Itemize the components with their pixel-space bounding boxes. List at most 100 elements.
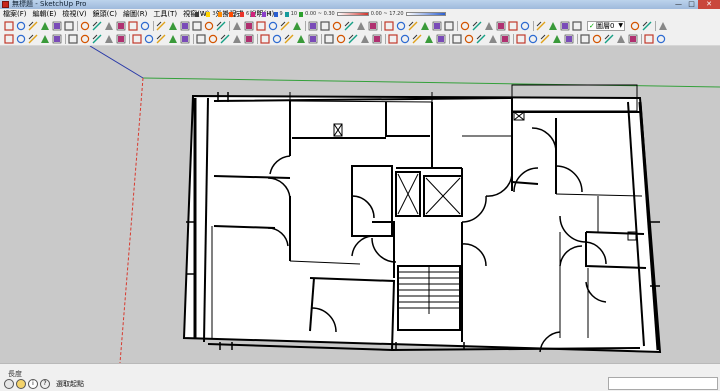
close-button[interactable]: ✕: [698, 0, 720, 9]
monochrome-icon[interactable]: [572, 21, 582, 31]
line-icon[interactable]: [52, 34, 62, 44]
minimize-button[interactable]: —: [672, 0, 685, 9]
polygon-icon[interactable]: [104, 21, 114, 31]
section-plane-icon[interactable]: [388, 34, 398, 44]
push-pull-icon[interactable]: [140, 21, 150, 31]
pan-icon[interactable]: [292, 21, 302, 31]
xray-icon[interactable]: [476, 34, 486, 44]
monochrome-icon[interactable]: [540, 34, 550, 44]
move-icon[interactable]: [132, 34, 142, 44]
measurements-box[interactable]: [608, 377, 718, 390]
offset-icon[interactable]: [196, 34, 206, 44]
solid-split-icon[interactable]: [592, 34, 602, 44]
hidden-line-icon[interactable]: [500, 34, 510, 44]
text-icon[interactable]: [244, 21, 254, 31]
front-view-icon[interactable]: [424, 34, 434, 44]
solid-union-icon[interactable]: [552, 34, 562, 44]
line-icon[interactable]: [52, 21, 62, 31]
next-view-icon[interactable]: [356, 21, 366, 31]
pan-icon[interactable]: [296, 34, 306, 44]
menu-edit[interactable]: 編輯(E): [30, 9, 60, 19]
polygon-icon[interactable]: [104, 34, 114, 44]
follow-me-icon[interactable]: [168, 21, 178, 31]
solid-subtract-icon[interactable]: [564, 34, 574, 44]
circle-icon[interactable]: [92, 21, 102, 31]
walk-icon[interactable]: [384, 21, 394, 31]
scale-icon[interactable]: [180, 34, 190, 44]
look-around-icon[interactable]: [360, 34, 370, 44]
back-view-icon[interactable]: [472, 21, 482, 31]
tape-measure-icon[interactable]: [204, 21, 214, 31]
menu-tools[interactable]: 工具(T): [150, 9, 180, 19]
wireframe-icon[interactable]: [520, 21, 530, 31]
dimension-icon[interactable]: [220, 34, 230, 44]
component-icon[interactable]: [16, 34, 26, 44]
warehouse-icon[interactable]: [642, 21, 652, 31]
iso-view-icon[interactable]: [400, 34, 410, 44]
zoom-extents-icon[interactable]: [332, 21, 342, 31]
push-pull-icon[interactable]: [144, 34, 154, 44]
follow-me-icon[interactable]: [168, 34, 178, 44]
back-edges-icon[interactable]: [508, 21, 518, 31]
walk-icon[interactable]: [348, 34, 358, 44]
extension-icon[interactable]: [656, 34, 666, 44]
look-around-icon[interactable]: [396, 21, 406, 31]
component-icon[interactable]: [16, 21, 26, 31]
eraser-icon[interactable]: [28, 34, 38, 44]
menu-view[interactable]: 檢視(V): [59, 9, 89, 19]
geo-icon[interactable]: [4, 379, 14, 389]
style-icon[interactable]: [616, 34, 626, 44]
back-view-icon[interactable]: [452, 34, 462, 44]
shaded-icon[interactable]: [516, 34, 526, 44]
eraser-icon[interactable]: [28, 21, 38, 31]
maximize-button[interactable]: □: [685, 0, 698, 9]
credit-icon[interactable]: [16, 379, 26, 389]
zoom-extents-icon[interactable]: [336, 34, 346, 44]
top-view-icon[interactable]: [412, 34, 422, 44]
move-icon[interactable]: [128, 21, 138, 31]
offset-icon[interactable]: [192, 21, 202, 31]
wireframe-icon[interactable]: [488, 34, 498, 44]
solid-trim-icon[interactable]: [580, 34, 590, 44]
orbit-icon[interactable]: [284, 34, 294, 44]
arc-icon[interactable]: [68, 34, 78, 44]
layer-icon[interactable]: [628, 34, 638, 44]
zoom-icon[interactable]: [308, 21, 318, 31]
paint-bucket-icon[interactable]: [40, 34, 50, 44]
help-icon[interactable]: ?: [40, 379, 50, 389]
right-view-icon[interactable]: [460, 21, 470, 31]
left-view-icon[interactable]: [484, 21, 494, 31]
dimension-icon[interactable]: [216, 21, 226, 31]
protractor-icon[interactable]: [232, 34, 242, 44]
sandbox-icon[interactable]: [604, 34, 614, 44]
menu-camera[interactable]: 鏡頭(C): [90, 9, 120, 19]
hidden-line-icon[interactable]: [536, 21, 546, 31]
zoom-window-icon[interactable]: [320, 21, 330, 31]
freehand-icon[interactable]: [116, 34, 126, 44]
shaded-icon[interactable]: [548, 21, 558, 31]
iso-view-icon[interactable]: [420, 21, 430, 31]
rectangle-icon[interactable]: [80, 21, 90, 31]
tape-measure-icon[interactable]: [208, 34, 218, 44]
position-camera-icon[interactable]: [372, 34, 382, 44]
arc-icon[interactable]: [64, 21, 74, 31]
zoom-icon[interactable]: [308, 34, 318, 44]
rectangle-icon[interactable]: [80, 34, 90, 44]
menu-draw[interactable]: 繪圖(R): [120, 9, 150, 19]
axes-icon[interactable]: [256, 21, 266, 31]
xray-icon[interactable]: [496, 21, 506, 31]
select-icon[interactable]: [4, 34, 14, 44]
text-icon[interactable]: [244, 34, 254, 44]
right-view-icon[interactable]: [436, 34, 446, 44]
scale-icon[interactable]: [180, 21, 190, 31]
shaded-textures-icon[interactable]: [528, 34, 538, 44]
top-view-icon[interactable]: [432, 21, 442, 31]
select-icon[interactable]: [4, 21, 14, 31]
extension-icon[interactable]: [658, 21, 668, 31]
circle-icon[interactable]: [92, 34, 102, 44]
previous-view-icon[interactable]: [344, 21, 354, 31]
left-view-icon[interactable]: [464, 34, 474, 44]
zoom-window-icon[interactable]: [324, 34, 334, 44]
3d-text-icon[interactable]: [268, 21, 278, 31]
position-camera-icon[interactable]: [368, 21, 378, 31]
